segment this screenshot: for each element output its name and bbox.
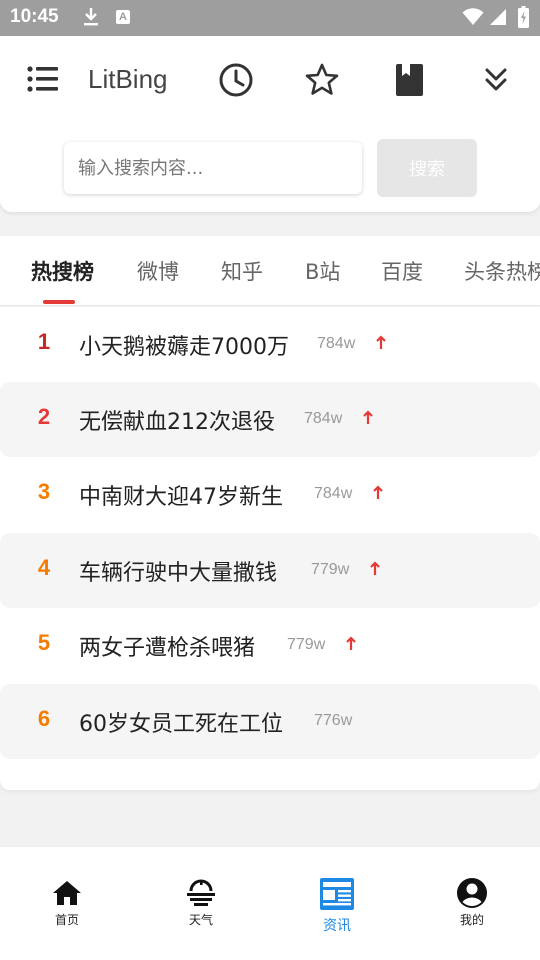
list-item[interactable]: 3 中南财大迎47岁新生 784w (0, 457, 540, 532)
heat-value: 776w (314, 712, 353, 729)
history-icon[interactable] (218, 62, 254, 98)
home-icon (53, 881, 81, 905)
tab-zhihu[interactable]: 知乎 (221, 256, 263, 286)
nav-label: 天气 (188, 913, 213, 927)
trend-up-icon (373, 485, 383, 499)
list-item[interactable]: 5 两女子遭枪杀喂猪 779w (0, 608, 540, 683)
search-input[interactable] (64, 142, 362, 194)
rank-number: 5 (37, 630, 51, 655)
nav-label: 首页 (54, 913, 79, 927)
signal-icon (490, 9, 506, 25)
list-item[interactable]: 6 60岁女员工死在工位 776w (0, 684, 540, 759)
rank-number: 3 (37, 479, 51, 504)
trend-up-icon (363, 410, 373, 424)
app-header: LitBing 搜索 (0, 36, 540, 212)
notification-icon: A (116, 10, 130, 24)
item-title: 无偿献血212次退役 (79, 410, 275, 435)
news-icon (320, 878, 354, 910)
tab-weibo[interactable]: 微博 (137, 256, 179, 286)
rank-number: 1 (37, 329, 51, 354)
trend-up-icon (346, 636, 356, 650)
item-title: 小天鹅被薅走7000万 (79, 335, 289, 360)
tab-baidu[interactable]: 百度 (381, 256, 423, 286)
trend-up-icon (376, 335, 386, 349)
item-title: 两女子遭枪杀喂猪 (79, 636, 256, 661)
tab-hot[interactable]: 热搜榜 (31, 256, 94, 286)
profile-icon (457, 878, 487, 908)
status-time: 10:45 (10, 6, 59, 27)
expand-icon[interactable] (478, 62, 514, 98)
nav-home[interactable]: 首页 (22, 877, 112, 928)
bottom-nav: 首页 天气 资讯 我的 (0, 846, 540, 960)
list-item[interactable]: 1 小天鹅被薅走7000万 784w (0, 307, 540, 382)
menu-icon[interactable] (26, 64, 60, 94)
weather-icon (187, 879, 215, 906)
list-item[interactable]: 4 车辆行驶中大量撒钱 779w (0, 533, 540, 608)
star-icon[interactable] (304, 62, 340, 98)
rank-number: 4 (37, 555, 51, 580)
nav-label: 我的 (459, 913, 484, 927)
heat-value: 784w (314, 485, 353, 502)
trend-up-icon (370, 561, 380, 575)
wifi-icon (462, 8, 484, 25)
source-tabs: 热搜榜 微博 知乎 B站 百度 头条热榜 (0, 236, 540, 306)
app-title: LitBing (88, 64, 168, 94)
download-icon (84, 8, 98, 26)
rank-number: 6 (37, 706, 51, 731)
nav-label: 资讯 (323, 918, 351, 934)
item-title: 车辆行驶中大量撒钱 (79, 561, 278, 586)
tab-indicator (43, 300, 75, 304)
battery-icon (518, 6, 529, 28)
search-button[interactable]: 搜索 (377, 139, 477, 197)
nav-weather[interactable]: 天气 (156, 877, 246, 928)
heat-value: 784w (304, 410, 343, 427)
tab-toutiao[interactable]: 头条热榜 (464, 256, 540, 286)
heat-value: 779w (311, 561, 350, 578)
nav-news[interactable]: 资讯 (292, 877, 382, 935)
nav-profile[interactable]: 我的 (427, 877, 517, 928)
item-title: 中南财大迎47岁新生 (79, 485, 283, 510)
list-item[interactable]: 2 无偿献血212次退役 784w (0, 382, 540, 457)
hot-list: 1 小天鹅被薅走7000万 784w 2 无偿献血212次退役 784w 3 中… (0, 307, 540, 790)
heat-value: 784w (317, 335, 356, 352)
tab-bilibili[interactable]: B站 (305, 256, 340, 286)
heat-value: 779w (287, 636, 326, 653)
status-bar: 10:45 A (0, 0, 540, 36)
book-icon[interactable] (392, 62, 428, 98)
rank-number: 2 (37, 404, 51, 429)
item-title: 60岁女员工死在工位 (79, 712, 283, 737)
